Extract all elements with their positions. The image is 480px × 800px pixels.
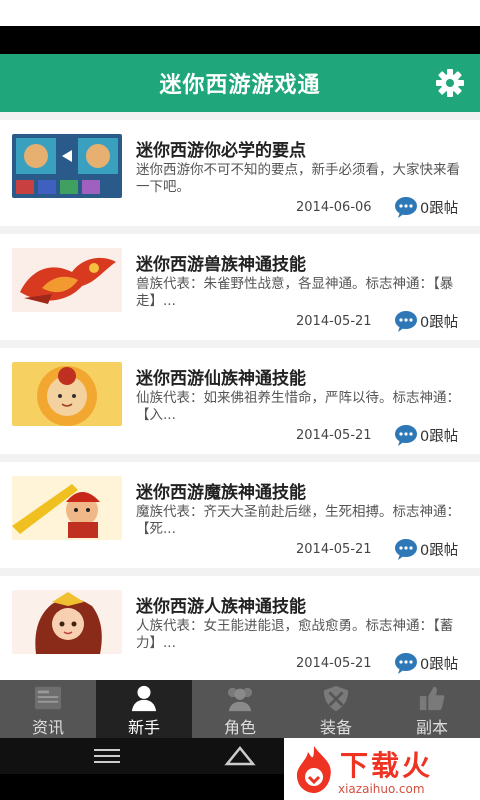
top-bar bbox=[0, 0, 480, 26]
news-icon bbox=[34, 686, 62, 710]
article-thumbnail bbox=[12, 362, 122, 426]
tab-label: 角色 bbox=[223, 718, 256, 737]
article-summary: 兽族代表：朱雀野性战意，各显神通。标志神通：【暴走】... bbox=[136, 276, 454, 309]
reply-count[interactable]: 0跟帖 bbox=[394, 652, 458, 674]
group-icon bbox=[227, 687, 253, 712]
article-date: 2014-05-21 bbox=[296, 656, 372, 671]
tab-label: 装备 bbox=[319, 718, 352, 737]
gear-icon[interactable] bbox=[434, 67, 466, 99]
comment-bubble-icon bbox=[395, 539, 417, 560]
app-header: 迷你西游游戏通 bbox=[0, 54, 480, 112]
article-summary: 迷你西游你不可不知的要点，新手必须看，大家快来看一下吧。 bbox=[136, 162, 460, 195]
tab-news[interactable]: 资讯 bbox=[0, 680, 96, 738]
article-summary: 魔族代表：齐天大圣前赴后继，生死相搏。标志神通：【死... bbox=[136, 504, 460, 537]
article-date: 2014-05-21 bbox=[296, 314, 372, 329]
watermark-name: 下载火 bbox=[340, 749, 434, 782]
reply-count[interactable]: 0跟帖 bbox=[394, 310, 458, 332]
article-date: 2014-05-21 bbox=[296, 428, 372, 443]
bottom-tab-bar: 资讯 新手 角色 装备 副本 bbox=[0, 680, 480, 738]
shield-icon bbox=[323, 685, 349, 712]
article-item[interactable]: 迷你西游仙族神通技能 仙族代表：如来佛祖养生惜命，严阵以待。标志神通：【入...… bbox=[0, 348, 480, 454]
article-list: 迷你西游你必学的要点 迷你西游你不可不知的要点，新手必须看，大家快来看一下吧。 … bbox=[0, 112, 480, 680]
tab-dungeon[interactable]: 副本 bbox=[384, 680, 480, 738]
reply-count[interactable]: 0跟帖 bbox=[394, 424, 458, 446]
article-thumbnail bbox=[12, 248, 122, 312]
comment-bubble-icon bbox=[395, 425, 417, 446]
reply-count[interactable]: 0跟帖 bbox=[394, 196, 458, 218]
article-title: 迷你西游你必学的要点 bbox=[136, 141, 306, 161]
tab-label: 资讯 bbox=[31, 718, 64, 737]
thumbs-up-icon bbox=[419, 686, 445, 711]
article-title: 迷你西游人族神通技能 bbox=[136, 597, 306, 617]
menu-icon[interactable] bbox=[94, 748, 120, 764]
reply-count-label: 0跟帖 bbox=[420, 428, 459, 445]
home-icon[interactable] bbox=[224, 744, 256, 766]
tab-characters[interactable]: 角色 bbox=[192, 680, 288, 738]
status-bar bbox=[0, 26, 480, 54]
watermark-url: xiazaihuo.com bbox=[338, 782, 425, 796]
flame-logo-icon bbox=[296, 746, 331, 793]
article-title: 迷你西游兽族神通技能 bbox=[136, 255, 306, 275]
page-title: 迷你西游游戏通 bbox=[159, 73, 321, 98]
tab-label: 副本 bbox=[415, 718, 448, 737]
reply-count-label: 0跟帖 bbox=[420, 542, 459, 559]
reply-count-label: 0跟帖 bbox=[420, 314, 459, 331]
article-thumbnail bbox=[12, 134, 122, 198]
comment-bubble-icon bbox=[395, 653, 417, 674]
comment-bubble-icon bbox=[395, 197, 417, 218]
article-thumbnail bbox=[12, 476, 122, 540]
article-item[interactable]: 迷你西游魔族神通技能 魔族代表：齐天大圣前赴后继，生死相搏。标志神通：【死...… bbox=[0, 462, 480, 568]
person-icon bbox=[131, 685, 157, 712]
article-thumbnail bbox=[12, 590, 122, 654]
article-item[interactable]: 迷你西游你必学的要点 迷你西游你不可不知的要点，新手必须看，大家快来看一下吧。 … bbox=[0, 120, 480, 226]
comment-bubble-icon bbox=[395, 311, 417, 332]
tab-beginner[interactable]: 新手 bbox=[96, 680, 192, 738]
watermark: 下载火 xiazaihuo.com bbox=[284, 738, 480, 800]
article-title: 迷你西游魔族神通技能 bbox=[136, 483, 306, 503]
article-summary: 仙族代表：如来佛祖养生惜命，严阵以待。标志神通：【入... bbox=[136, 390, 460, 423]
article-summary: 人族代表：女王能进能退，愈战愈勇。标志神通：【蓄力】... bbox=[136, 618, 454, 651]
article-item[interactable]: 迷你西游兽族神通技能 兽族代表：朱雀野性战意，各显神通。标志神通：【暴走】...… bbox=[0, 234, 480, 340]
article-date: 2014-06-06 bbox=[296, 200, 372, 215]
reply-count[interactable]: 0跟帖 bbox=[394, 538, 458, 560]
reply-count-label: 0跟帖 bbox=[420, 200, 459, 217]
reply-count-label: 0跟帖 bbox=[420, 656, 459, 673]
tab-label: 新手 bbox=[127, 718, 160, 737]
article-date: 2014-05-21 bbox=[296, 542, 372, 557]
tab-equipment[interactable]: 装备 bbox=[288, 680, 384, 738]
article-title: 迷你西游仙族神通技能 bbox=[136, 369, 306, 389]
article-item[interactable]: 迷你西游人族神通技能 人族代表：女王能进能退，愈战愈勇。标志神通：【蓄力】...… bbox=[0, 576, 480, 680]
